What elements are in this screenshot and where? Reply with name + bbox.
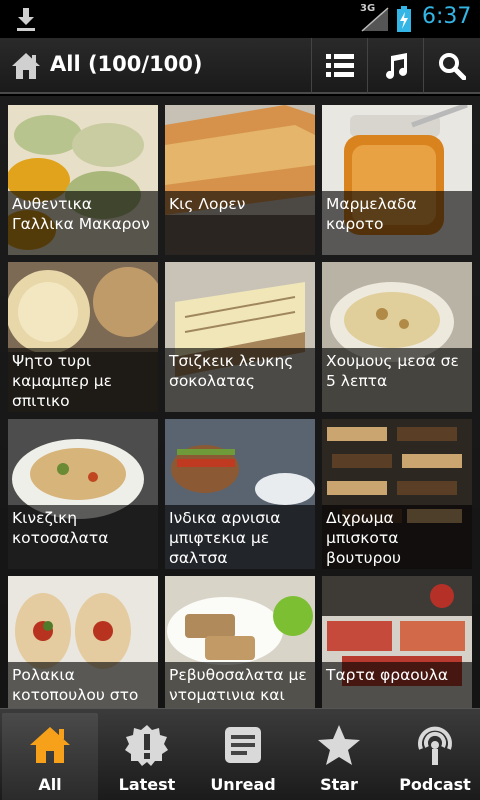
tab-star[interactable]: Star bbox=[291, 713, 387, 800]
list-icon bbox=[325, 54, 354, 77]
document-icon bbox=[225, 727, 261, 763]
recipe-title: Ταρτα φραουλα bbox=[322, 662, 472, 708]
tab-all[interactable]: All bbox=[2, 713, 98, 800]
recipe-tile[interactable]: Ταρτα φραουλα bbox=[322, 576, 472, 708]
badge-alert-icon bbox=[125, 725, 168, 766]
music-button[interactable] bbox=[367, 38, 423, 94]
download-icon bbox=[17, 8, 35, 31]
podcast-icon bbox=[418, 726, 452, 765]
recipe-title: Ψητο τυρι καμαμπερ με σπιτικο bbox=[8, 348, 158, 412]
recipe-title: Χουμους μεσα σε 5 λεπτα bbox=[322, 348, 472, 412]
recipe-tile[interactable]: Διχρωμα μπισκοτα βουτυρου bbox=[322, 419, 472, 569]
status-bar: 3G 6:37 bbox=[0, 0, 480, 38]
recipe-title: Διχρωμα μπισκοτα βουτυρου bbox=[322, 505, 472, 569]
recipe-title: Ρολακια κοτοπουλου στο bbox=[8, 662, 158, 708]
recipe-tile[interactable]: Ψητο τυρι καμαμπερ με σπιτικο bbox=[8, 262, 158, 412]
tab-label: Unread bbox=[210, 775, 276, 794]
recipe-title: Ρεβυθοσαλατα με ντοματινια και bbox=[165, 662, 315, 708]
tab-latest[interactable]: Latest bbox=[99, 713, 195, 800]
recipe-tile[interactable]: Κις Λορεν bbox=[165, 105, 315, 255]
recipe-tile[interactable]: Κινεζικη κοτοσαλατα bbox=[8, 419, 158, 569]
tab-podcast[interactable]: Podcast bbox=[387, 713, 480, 800]
recipe-title: Αυθεντικα Γαλλικα Μακαρον bbox=[8, 191, 158, 255]
tab-label: Podcast bbox=[399, 775, 471, 794]
home-icon bbox=[30, 727, 70, 763]
music-icon bbox=[385, 53, 407, 79]
battery-icon bbox=[397, 6, 411, 32]
tab-label: Star bbox=[320, 775, 358, 794]
recipe-grid: Αυθεντικα Γαλλικα Μακαρον Κις Λορεν Μαρμ… bbox=[0, 96, 480, 708]
bottom-navigation: All Latest Unread Star Podcast bbox=[0, 708, 480, 800]
list-view-button[interactable] bbox=[311, 38, 367, 94]
recipe-tile[interactable]: Ινδικα αρνισια μπιφτεκια με σαλτσα bbox=[165, 419, 315, 569]
recipe-tile[interactable]: Χουμους μεσα σε 5 λεπτα bbox=[322, 262, 472, 412]
recipe-title: Τσιζκεικ λευκης σοκολατας bbox=[165, 348, 315, 412]
recipe-title: Ινδικα αρνισια μπιφτεκια με σαλτσα bbox=[165, 505, 315, 569]
recipe-title: Κινεζικη κοτοσαλατα bbox=[8, 505, 158, 569]
signal-icon bbox=[361, 7, 389, 32]
recipe-tile[interactable]: Ρεβυθοσαλατα με ντοματινια και bbox=[165, 576, 315, 708]
tab-label: Latest bbox=[118, 775, 176, 794]
action-bar: All (100/100) bbox=[0, 38, 480, 94]
recipe-title: Κις Λορεν bbox=[165, 191, 315, 255]
tab-unread[interactable]: Unread bbox=[195, 713, 291, 800]
recipe-tile[interactable]: Τσιζκεικ λευκης σοκολατας bbox=[165, 262, 315, 412]
recipe-tile[interactable]: Αυθεντικα Γαλλικα Μακαρον bbox=[8, 105, 158, 255]
tab-label: All bbox=[38, 775, 62, 794]
star-icon bbox=[318, 725, 360, 765]
search-icon bbox=[439, 53, 466, 80]
clock: 6:37 bbox=[422, 4, 472, 29]
recipe-tile[interactable]: Ρολακια κοτοπουλου στο bbox=[8, 576, 158, 708]
page-title: All (100/100) bbox=[50, 52, 203, 76]
search-button[interactable] bbox=[423, 38, 480, 94]
recipe-tile[interactable]: Μαρμελαδα καροτο bbox=[322, 105, 472, 255]
home-icon[interactable] bbox=[10, 50, 42, 82]
recipe-title: Μαρμελαδα καροτο bbox=[322, 191, 472, 255]
